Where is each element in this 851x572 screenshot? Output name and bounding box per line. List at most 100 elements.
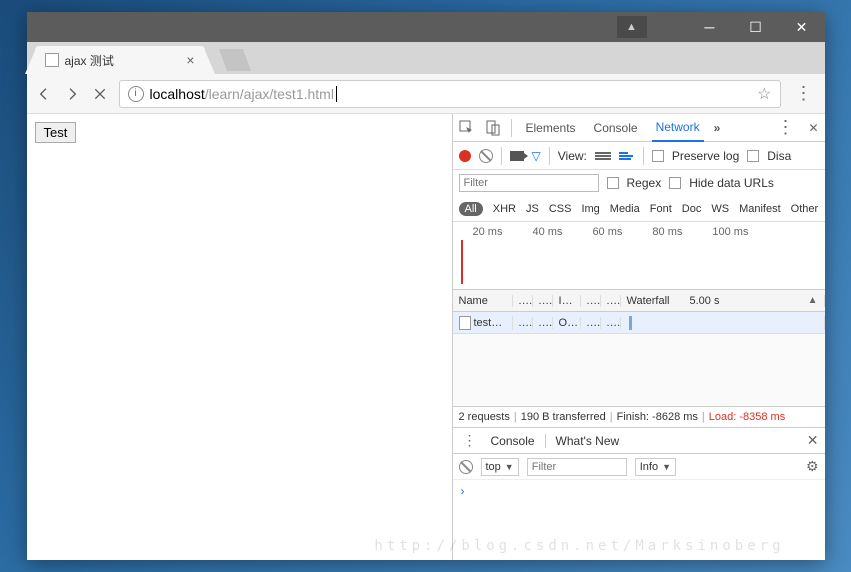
tab-network[interactable]: Network [652, 114, 704, 142]
preserve-log-label: Preserve log [672, 149, 739, 163]
regex-checkbox[interactable] [607, 177, 619, 189]
devtools-tabs: Elements Console Network » ⋮ ✕ [453, 114, 825, 142]
browser-tab[interactable]: ajax 测试 × [35, 46, 205, 74]
tab-title: ajax 测试 [65, 52, 114, 69]
drawer-close-icon[interactable]: ✕ [807, 432, 819, 449]
filter-xhr[interactable]: XHR [493, 203, 516, 215]
profile-icon[interactable]: ▲ [617, 16, 647, 38]
filter-img[interactable]: Img [581, 203, 599, 215]
devtools-panel: Elements Console Network » ⋮ ✕ ▽ View: [453, 114, 825, 560]
network-timeline[interactable]: 20 ms 40 ms 60 ms 80 ms 100 ms [453, 222, 825, 290]
network-toolbar: ▽ View: Preserve log Disa [453, 142, 825, 170]
tick-20: 20 ms [473, 226, 503, 238]
status-load: Load: -8358 ms [709, 411, 785, 423]
console-body[interactable]: › [453, 480, 825, 560]
network-type-filters: All XHR JS CSS Img Media Font Doc WS Man… [453, 196, 825, 222]
close-tab-icon[interactable]: × [186, 52, 194, 68]
filter-js[interactable]: JS [526, 203, 539, 215]
network-filter-row: Regex Hide data URLs [453, 170, 825, 196]
url-host: localhost [150, 86, 205, 102]
tab-console[interactable]: Console [590, 115, 642, 141]
record-button[interactable] [459, 150, 471, 162]
tab-elements[interactable]: Elements [522, 115, 580, 141]
test-button[interactable]: Test [35, 122, 77, 143]
browser-menu-button[interactable]: ⋮ [791, 83, 817, 104]
drawer-tab-whatsnew[interactable]: What's New [556, 434, 620, 448]
disable-cache-checkbox[interactable] [747, 150, 759, 162]
col-initiator[interactable]: Ini... [553, 295, 581, 307]
cell-size: ... [581, 317, 601, 329]
status-finish: Finish: -8628 ms [617, 411, 698, 423]
col-waterfall[interactable]: Waterfall 5.00 s ▲ [621, 295, 825, 307]
col-type[interactable]: ... [533, 295, 553, 307]
more-tabs-icon[interactable]: » [714, 121, 721, 135]
network-filter-input[interactable] [459, 174, 599, 192]
console-toolbar: top▼ Info▼ ⚙ [453, 454, 825, 480]
drawer-menu-icon[interactable]: ⋮ [459, 432, 481, 449]
network-table-header: Name ... ... Ini... ... ... Waterfall 5.… [453, 290, 825, 312]
filter-all[interactable]: All [459, 202, 483, 216]
devtools-close-icon[interactable]: ✕ [808, 121, 818, 135]
filter-doc[interactable]: Doc [682, 203, 702, 215]
device-toggle-icon[interactable] [485, 120, 501, 136]
stop-reload-button[interactable] [91, 85, 109, 103]
browser-window: ▲ ─ ☐ ✕ ajax 测试 × i localhost/learn/ajax… [27, 12, 825, 560]
status-requests: 2 requests [459, 411, 510, 423]
new-tab-button[interactable] [218, 49, 250, 71]
col-size[interactable]: ... [581, 295, 601, 307]
filter-media[interactable]: Media [610, 203, 640, 215]
waterfall-view-icon[interactable] [619, 150, 635, 162]
filter-toggle-icon[interactable]: ▽ [532, 149, 541, 163]
tab-strip: ajax 测试 × [27, 42, 825, 74]
inspect-icon[interactable] [459, 120, 475, 136]
disable-cache-label: Disa [767, 149, 791, 163]
console-filter-input[interactable] [527, 458, 627, 476]
drawer-tabs: ⋮ Console What's New ✕ [453, 428, 825, 454]
maximize-button[interactable]: ☐ [733, 12, 779, 42]
tick-60: 60 ms [592, 226, 622, 238]
clear-button[interactable] [479, 149, 493, 163]
filter-css[interactable]: CSS [549, 203, 572, 215]
large-rows-icon[interactable] [595, 150, 611, 162]
hide-data-checkbox[interactable] [669, 177, 681, 189]
devtools-menu-icon[interactable]: ⋮ [772, 117, 798, 138]
network-status-bar: 2 requests | 190 B transferred | Finish:… [453, 406, 825, 428]
cell-initiator: Ot... [553, 317, 581, 329]
filter-ws[interactable]: WS [711, 203, 729, 215]
window-titlebar: ▲ ─ ☐ ✕ [27, 12, 825, 42]
context-select[interactable]: top▼ [481, 458, 519, 476]
regex-label: Regex [627, 176, 662, 190]
cell-time: ... [601, 317, 621, 329]
console-prompt: › [461, 484, 465, 498]
hide-data-label: Hide data URLs [689, 176, 774, 190]
drawer-tab-console[interactable]: Console [491, 434, 546, 448]
filter-manifest[interactable]: Manifest [739, 203, 781, 215]
cell-status: ... [513, 317, 533, 329]
filter-other[interactable]: Other [791, 203, 819, 215]
col-status[interactable]: ... [513, 295, 533, 307]
close-window-button[interactable]: ✕ [779, 12, 825, 42]
col-name[interactable]: Name [453, 295, 513, 307]
info-icon[interactable]: i [128, 86, 144, 102]
console-clear-icon[interactable] [459, 460, 473, 474]
col-time[interactable]: ... [601, 295, 621, 307]
address-bar[interactable]: i localhost/learn/ajax/test1.html ☆ [119, 80, 781, 108]
cell-waterfall [621, 316, 825, 330]
timeline-marker [461, 240, 463, 284]
url-path: /learn/ajax/test1.html [205, 86, 334, 102]
scroll-up-icon[interactable]: ▲ [808, 295, 818, 306]
page-viewport: Test [27, 114, 453, 560]
log-level-select[interactable]: Info▼ [635, 458, 676, 476]
table-row[interactable]: test1.... ... ... Ot... ... ... [453, 312, 825, 334]
forward-button[interactable] [63, 85, 81, 103]
status-transferred: 190 B transferred [521, 411, 606, 423]
minimize-button[interactable]: ─ [687, 12, 733, 42]
screenshot-icon[interactable] [510, 151, 524, 161]
text-cursor [336, 86, 337, 102]
back-button[interactable] [35, 85, 53, 103]
table-empty-area [453, 334, 825, 406]
bookmark-star-icon[interactable]: ☆ [757, 84, 771, 104]
preserve-log-checkbox[interactable] [652, 150, 664, 162]
filter-font[interactable]: Font [650, 203, 672, 215]
console-settings-icon[interactable]: ⚙ [806, 458, 819, 475]
